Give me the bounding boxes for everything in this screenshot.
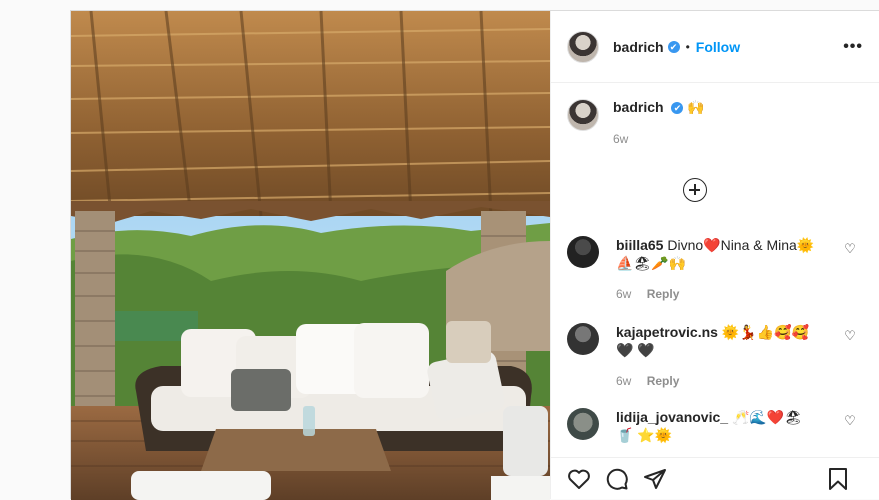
caption-body: badrich ✔ 🙌 6w — [613, 99, 705, 146]
caption-username[interactable]: badrich — [613, 99, 664, 115]
post-author-username[interactable]: badrich — [613, 39, 664, 55]
comment: kajapetrovic.ns 🌞💃👍🥰🥰🖤 🖤 6w Reply ♡ — [567, 323, 857, 390]
comment-icon[interactable] — [605, 467, 629, 491]
verified-badge-icon: ✔ — [667, 40, 680, 53]
caption-avatar[interactable] — [567, 99, 599, 131]
comment-time: 6w — [616, 374, 632, 388]
more-options-button[interactable]: ••• — [843, 38, 863, 56]
comment-body: lidija_jovanovic_ 🥂🌊❤️🏖🥤 ⭐🌞 — [616, 408, 816, 444]
comment-avatar[interactable] — [567, 236, 599, 268]
comment-meta: 6w Reply — [616, 285, 816, 303]
caption-time: 6w — [613, 132, 629, 146]
avatar[interactable] — [567, 30, 599, 63]
post-photo[interactable] — [71, 11, 550, 500]
post-sidebar: badrich ✔ • Follow ••• badrich ✔ 🙌 6w bi… — [550, 11, 879, 499]
comments-section: badrich ✔ 🙌 6w biilla65 Divno❤️Nina & Mi… — [551, 83, 879, 457]
comment: biilla65 Divno❤️Nina & Mina🌞 ⛵🏖🥕🙌 6w Rep… — [567, 236, 857, 303]
comment: lidija_jovanovic_ 🥂🌊❤️🏖🥤 ⭐🌞 ♡ — [567, 408, 857, 444]
bookmark-icon[interactable] — [827, 467, 849, 491]
comment-username[interactable]: kajapetrovic.ns — [616, 324, 718, 340]
post-header: badrich ✔ • Follow ••• — [551, 11, 879, 83]
instagram-post-page: badrich ✔ • Follow ••• badrich ✔ 🙌 6w bi… — [0, 0, 879, 500]
reply-button[interactable]: Reply — [647, 287, 680, 301]
comment-like-heart-icon[interactable]: ♡ — [843, 329, 857, 343]
caption-text: 🙌 — [687, 99, 705, 115]
post-dialog: badrich ✔ • Follow ••• badrich ✔ 🙌 6w bi… — [70, 10, 879, 500]
comment-username[interactable]: biilla65 — [616, 237, 663, 253]
verified-badge-icon: ✔ — [671, 102, 684, 114]
comment-body: kajapetrovic.ns 🌞💃👍🥰🥰🖤 🖤 6w Reply — [616, 323, 816, 390]
beach-lounge-photo — [71, 11, 550, 500]
heart-icon[interactable] — [567, 468, 591, 490]
comment-like-heart-icon[interactable]: ♡ — [843, 414, 857, 428]
comment-time: 6w — [616, 287, 632, 301]
comment-avatar[interactable] — [567, 408, 599, 440]
comment-meta: 6w Reply — [616, 372, 816, 390]
share-icon[interactable] — [643, 467, 667, 491]
post-actions-bar — [551, 457, 879, 499]
comment-avatar[interactable] — [567, 323, 599, 355]
load-more-comments-icon[interactable] — [683, 178, 707, 202]
post-caption: badrich ✔ 🙌 6w — [567, 99, 705, 146]
comment-username[interactable]: lidija_jovanovic_ — [616, 409, 728, 425]
comment-like-heart-icon[interactable]: ♡ — [843, 242, 857, 256]
reply-button[interactable]: Reply — [647, 374, 680, 388]
follow-button[interactable]: Follow — [696, 39, 740, 55]
comment-body: biilla65 Divno❤️Nina & Mina🌞 ⛵🏖🥕🙌 6w Rep… — [616, 236, 816, 303]
separator-dot: • — [685, 39, 690, 54]
